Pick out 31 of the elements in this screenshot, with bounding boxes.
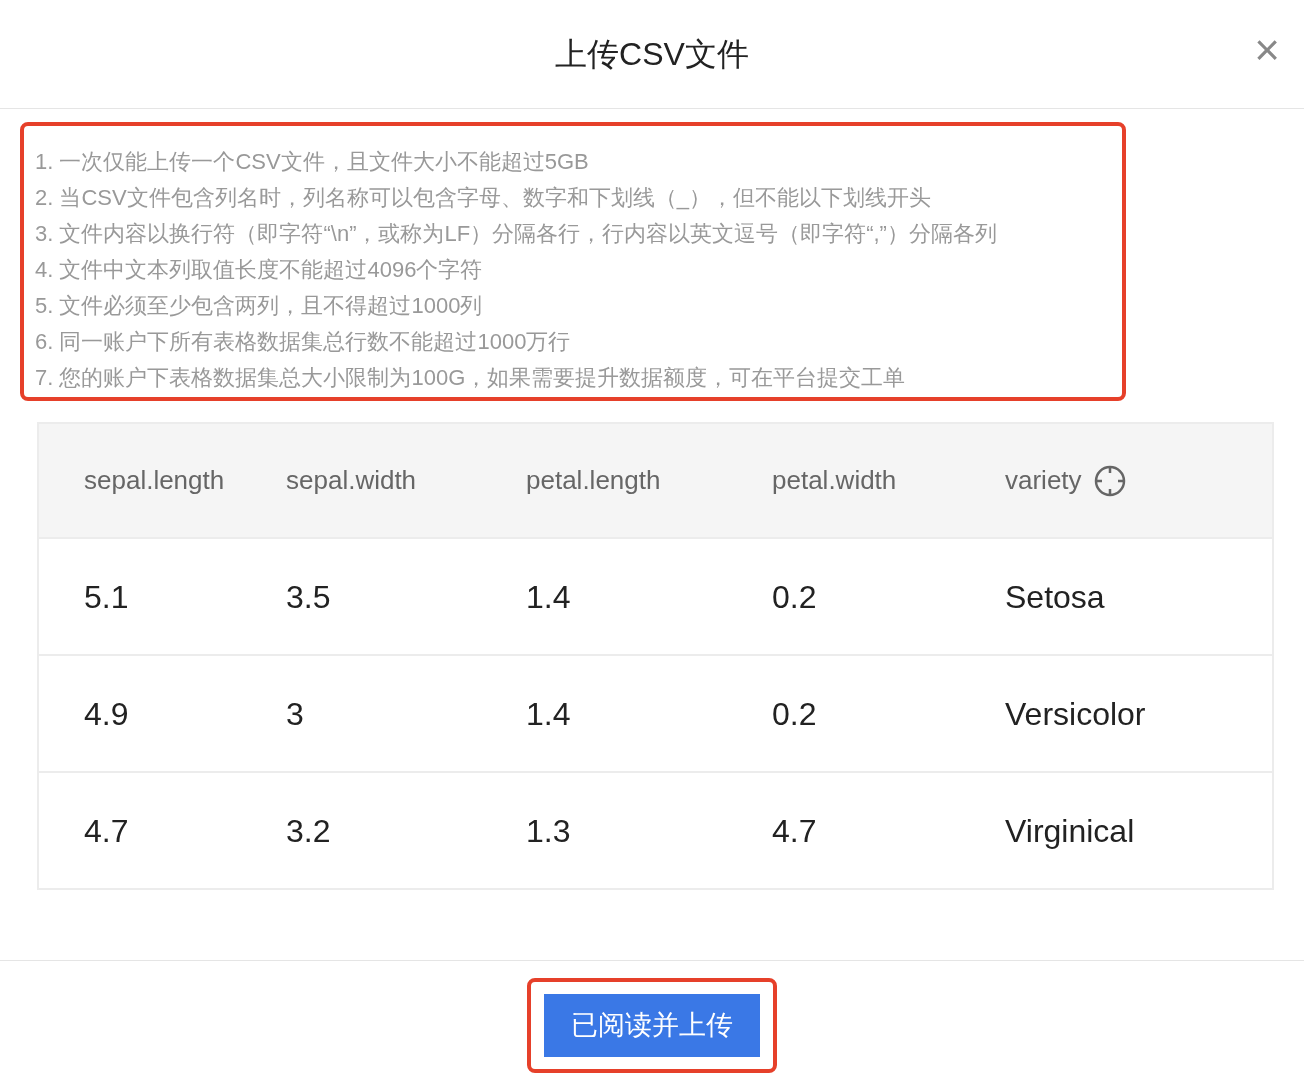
crosshair-icon[interactable] (1093, 464, 1126, 497)
note-line: 5. 文件必须至少包含两列，且不得超过1000列 (35, 292, 483, 320)
table-cell: 3.5 (286, 578, 331, 615)
column-header: variety (1005, 464, 1082, 497)
column-header: petal.length (526, 464, 661, 497)
table-cell: 1.4 (526, 578, 571, 615)
table-cell: Virginical (1005, 812, 1135, 849)
dialog-title: 上传CSV文件 (555, 35, 749, 74)
table-cell: Setosa (1005, 578, 1105, 615)
table-cell: 3.2 (286, 812, 331, 849)
close-button[interactable]: × (1254, 28, 1280, 72)
column-header: sepal.width (286, 464, 417, 497)
table-cell: 0.2 (772, 695, 817, 732)
table-cell: Versicolor (1005, 695, 1146, 732)
note-line: 7. 您的账户下表格数据集总大小限制为100G，如果需要提升数据额度，可在平台提交工单 (35, 364, 906, 392)
table-cell: 3 (286, 695, 304, 732)
table-cell: 1.3 (526, 812, 571, 849)
table-cell: 4.9 (84, 695, 129, 732)
column-header: petal.width (772, 464, 897, 497)
note-line: 1. 一次仅能上传一个CSV文件，且文件大小不能超过5GB (35, 148, 589, 176)
column-header: sepal.length (84, 464, 225, 497)
table-cell: 5.1 (84, 578, 129, 615)
note-line: 4. 文件中文本列取值长度不能超过4096个字符 (35, 256, 483, 284)
table-cell: 4.7 (84, 812, 129, 849)
upload-button[interactable]: 已阅读并上传 (544, 994, 760, 1057)
table-cell: 4.7 (772, 812, 817, 849)
note-line: 2. 当CSV文件包含列名时，列名称可以包含字母、数字和下划线（_），但不能以下划线开头 (35, 184, 931, 212)
table-cell: 0.2 (772, 578, 817, 615)
note-line: 3. 文件内容以换行符（即字符“\n”，或称为LF）分隔各行，行内容以英文逗号（即字符“,”）分隔各列 (35, 220, 997, 248)
table-cell: 1.4 (526, 695, 571, 732)
note-line: 6. 同一账户下所有表格数据集总行数不能超过1000万行 (35, 328, 571, 356)
